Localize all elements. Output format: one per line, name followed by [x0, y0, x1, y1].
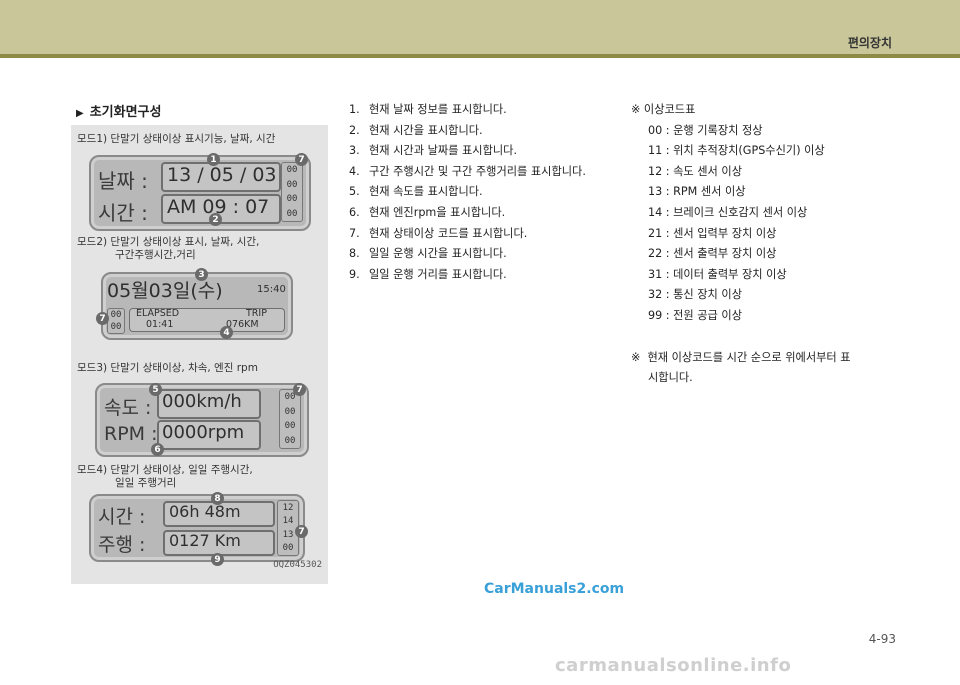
- mode4-row1-label: 시간 :: [98, 506, 146, 528]
- footer-watermark: carmanualsonline.info: [555, 655, 792, 676]
- status-code: 00: [284, 435, 296, 446]
- list-item: 8. 일일 운행 시간을 표시합니다.: [349, 247, 507, 261]
- code-row: 14 : 브레이크 신호감지 센서 이상: [648, 205, 808, 219]
- mode2-date: 05월03일(수): [107, 280, 223, 302]
- mode4-row2-value: 0127 Km: [169, 531, 241, 550]
- status-code: 00: [110, 322, 122, 332]
- callout-badge: 7: [293, 383, 306, 396]
- code-row: 32 : 통신 장치 이상: [648, 288, 742, 302]
- callout-badge: 9: [211, 553, 224, 566]
- mode1-row1-box: 13 / 05 / 03: [161, 162, 281, 192]
- status-code: 00: [286, 208, 298, 219]
- status-code: 00: [110, 310, 122, 320]
- mode4-row1-value: 06h 48m: [169, 502, 241, 521]
- status-code: 13: [282, 529, 294, 540]
- list-item: 1. 현재 날짜 정보를 표시합니다.: [349, 103, 507, 116]
- callout-badge: 2: [209, 213, 222, 226]
- mode4-row2-label: 주행 :: [98, 534, 146, 556]
- mode4-display: 시간 : 06h 48m 주행 : 0127 Km 12 14 13 00: [89, 494, 305, 562]
- code-row: 99 : 전원 공급 이상: [648, 308, 742, 322]
- status-code: 00: [286, 194, 298, 205]
- callout-badge: 6: [151, 443, 164, 456]
- code-row: 21 : 센서 입력부 장치 이상: [648, 226, 777, 240]
- mode1-row2-label: 시간 :: [98, 201, 148, 225]
- mode1-row1-label: 날짜 :: [98, 169, 148, 193]
- mode3-display: 속도 : 000km/h RPM : 0000rpm 00 00 00 00: [95, 383, 309, 457]
- triangle-marker-icon: ▶: [76, 108, 84, 119]
- status-code: 12: [282, 502, 294, 513]
- mode2-caption: 모드2) 단말기 상태이상 표시, 날짜, 시간, 구간주행시간,거리: [77, 236, 259, 262]
- mode3-row2-label: RPM :: [104, 423, 158, 445]
- status-code: 00: [282, 543, 294, 554]
- display-modes-figure: 모드1) 단말기 상태이상 표시기능, 날짜, 시간 날짜 : 13 / 05 …: [71, 125, 328, 584]
- mode2-display: 05월03일(수) 15:40 00 00 ELAPSED 01:41 TRIP…: [101, 272, 293, 340]
- status-code: 14: [282, 516, 294, 527]
- mode2-time: 15:40: [257, 284, 286, 295]
- list-item: 4. 구간 주행시간 및 구간 주행거리를 표시합니다.: [349, 164, 586, 178]
- mode2-caption-line1: 모드2) 단말기 상태이상 표시, 날짜, 시간,: [77, 236, 260, 248]
- mode1-row1-value: 13 / 05 / 03: [167, 164, 277, 186]
- mode3-row1-label: 속도 :: [104, 397, 152, 419]
- note-line2: 시합니다.: [648, 371, 693, 384]
- mode3-status-codes: 00 00 00 00: [279, 389, 301, 449]
- mode2-elapsed-label: ELAPSED: [136, 308, 180, 319]
- callout-badge: 5: [149, 383, 162, 396]
- mode4-caption-line1: 모드4) 단말기 상태이상, 일일 주행시간,: [77, 464, 253, 476]
- status-code: 00: [284, 406, 296, 417]
- note-mark: ※: [631, 351, 641, 364]
- page-number: 4-93: [868, 632, 896, 646]
- list-item: 7. 현재 상태이상 코드를 표시합니다.: [349, 226, 528, 240]
- mode1-display: 날짜 : 13 / 05 / 03 시간 : AM 09 : 07 00 00 …: [89, 155, 311, 231]
- code-row: 11 : 위치 추적장치(GPS수신기) 이상: [648, 144, 825, 158]
- header-bar: [0, 0, 960, 58]
- error-code-table: ※ 이상코드표 00 : 운행 기록장치 정상 11 : 위치 추적장치(GPS…: [631, 100, 901, 327]
- header-stripe: [0, 54, 960, 58]
- mode4-row2-box: 0127 Km: [163, 530, 275, 556]
- mode3-row1-value: 000km/h: [162, 391, 242, 412]
- list-item: 5. 현재 속도를 표시합니다.: [349, 185, 483, 199]
- mode3-row2-value: 0000rpm: [162, 422, 245, 443]
- code-row: 13 : RPM 센서 이상: [648, 185, 746, 199]
- mode2-caption-line2: 구간주행시간,거리: [115, 249, 196, 261]
- figure-id: OQZ045302: [273, 560, 322, 570]
- list-item: 2. 현재 시간을 표시합니다.: [349, 123, 483, 137]
- mode1-caption: 모드1) 단말기 상태이상 표시기능, 날짜, 시간: [77, 133, 276, 145]
- description-list: 1. 현재 날짜 정보를 표시합니다. 2. 현재 시간을 표시합니다. 3. 현재 …: [349, 100, 619, 285]
- callout-badge: 3: [195, 268, 208, 281]
- code-table-title: ※ 이상코드표: [631, 103, 696, 116]
- callout-badge: 7: [96, 312, 109, 325]
- mode3-row2-box: 0000rpm: [157, 420, 261, 450]
- mode1-status-codes: 00 00 00 00: [281, 162, 303, 222]
- status-code: 00: [284, 421, 296, 432]
- code-row: 31 : 데이터 출력부 장치 이상: [648, 267, 787, 281]
- mode3-caption: 모드3) 단말기 상태이상, 차속, 엔진 rpm: [77, 362, 258, 374]
- list-item: 6. 현재 엔진rpm을 표시합니다.: [349, 205, 506, 219]
- mode2-elapsed-value: 01:41: [146, 319, 174, 330]
- callout-badge: 8: [211, 492, 224, 505]
- code-row: 00 : 운행 기록장치 정상: [648, 123, 763, 137]
- order-note: ※ 현재 이상코드를 시간 순으로 위에서부터 표 시합니다.: [631, 348, 893, 388]
- status-code: 00: [286, 179, 298, 190]
- list-item: 9. 일일 운행 거리를 표시합니다.: [349, 267, 507, 281]
- callout-badge: 4: [220, 326, 233, 339]
- code-row: 22 : 센서 출력부 장치 이상: [648, 247, 777, 261]
- note-line1: 현재 이상코드를 시간 순으로 위에서부터 표: [647, 351, 851, 364]
- mode4-caption-line2: 일일 주행거리: [115, 477, 177, 489]
- mode4-row1-box: 06h 48m: [163, 501, 275, 527]
- mode2-trip-box: ELAPSED 01:41 TRIP 076KM: [129, 308, 285, 332]
- code-row: 12 : 속도 센서 이상: [648, 164, 742, 178]
- section-title: 초기화면구성: [89, 105, 162, 120]
- status-code: 00: [286, 165, 298, 176]
- mode3-row1-box: 000km/h: [157, 389, 261, 419]
- chapter-title: 편의장치: [847, 36, 892, 50]
- section-heading: ▶ 초기화면구성: [76, 101, 161, 120]
- callout-badge: 7: [295, 153, 308, 166]
- mode2-trip-label: TRIP: [246, 308, 267, 319]
- callout-badge: 1: [207, 153, 220, 166]
- mode4-caption: 모드4) 단말기 상태이상, 일일 주행시간, 일일 주행거리: [77, 464, 253, 490]
- watermark-link[interactable]: CarManuals2.com: [484, 581, 624, 597]
- list-item: 3. 현재 시간과 날짜를 표시합니다.: [349, 144, 518, 158]
- callout-badge: 7: [295, 525, 308, 538]
- mode2-status-codes: 00 00: [107, 308, 125, 334]
